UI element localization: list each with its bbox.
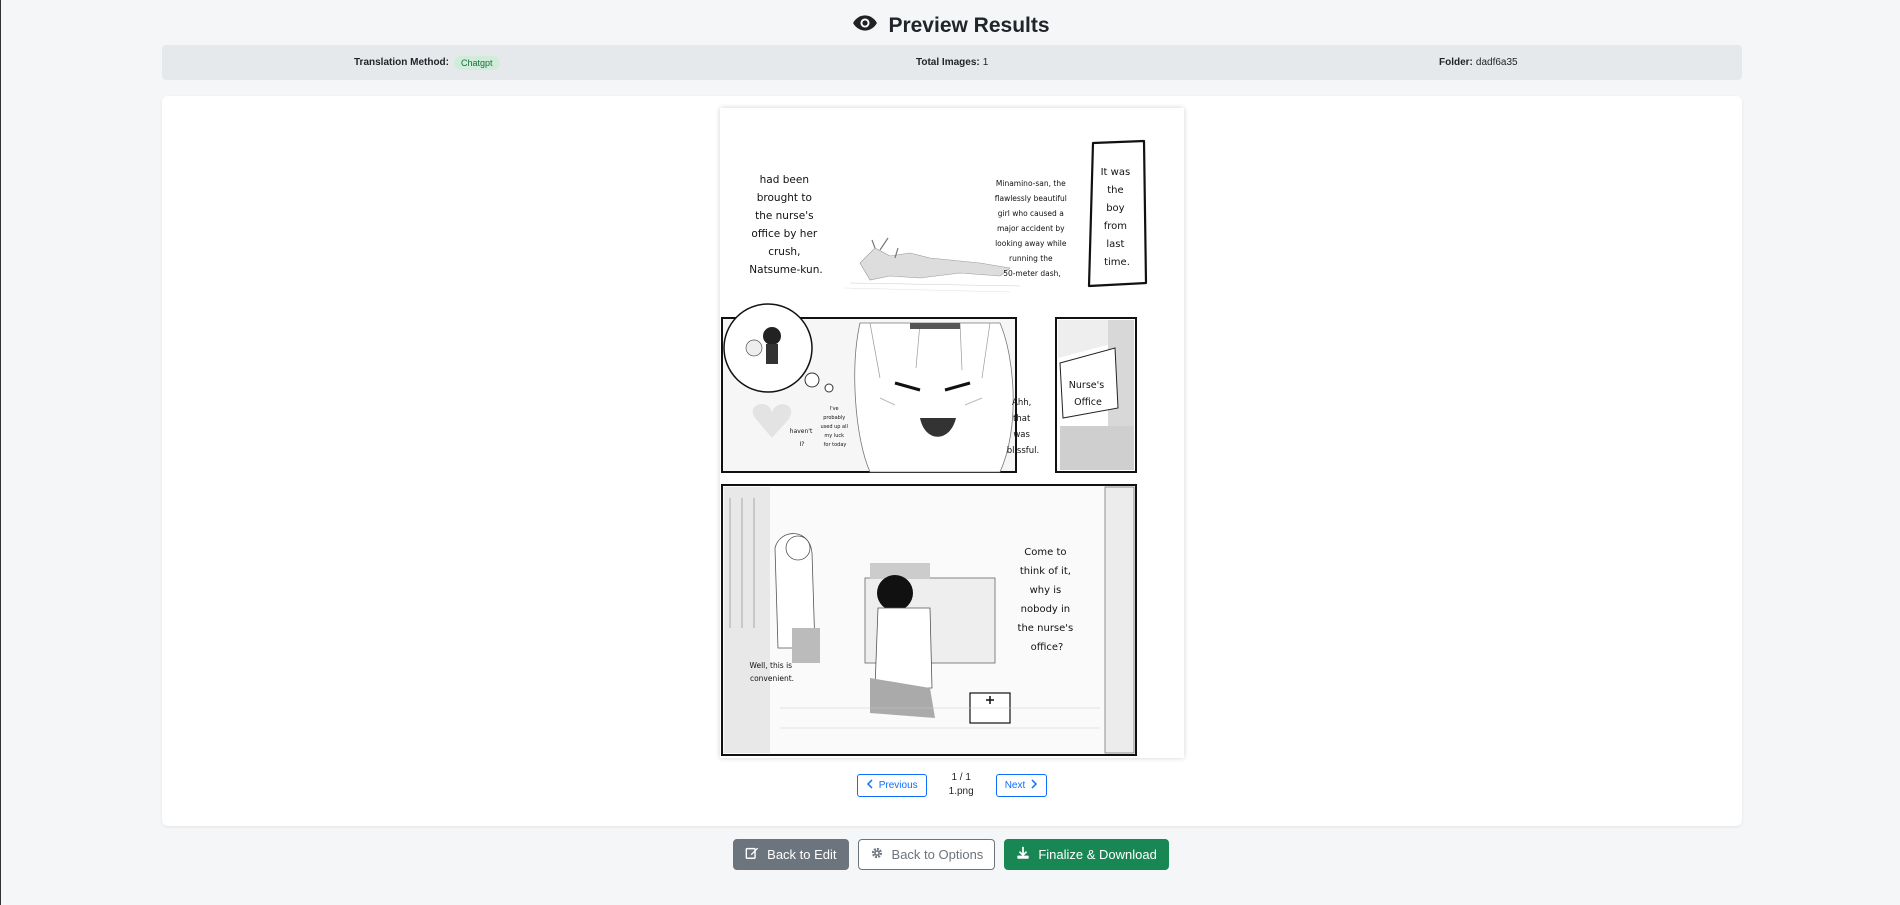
download-icon	[1016, 846, 1030, 863]
total-value: 1	[982, 57, 989, 68]
next-button[interactable]: Next	[995, 773, 1048, 797]
p4-left-line: Well, this is	[750, 661, 793, 670]
page-header: Preview Results	[1, 10, 1900, 42]
p1-mid-line: 50-meter dash,	[1003, 269, 1061, 278]
p2-right-line: that	[1013, 414, 1031, 424]
p2-small-right-line: I've	[830, 406, 839, 412]
back-to-options-label: Back to Options	[891, 847, 984, 862]
manga-page-image: had been brought to the nurse's office b…	[720, 108, 1184, 758]
chevron-left-icon	[866, 778, 874, 792]
p1-box-line: the	[1107, 185, 1123, 196]
p1-mid-line: looking away while	[995, 239, 1067, 248]
p3-sign-line: Nurse's	[1069, 380, 1104, 391]
p1-left-line: had been	[760, 174, 809, 186]
previous-button[interactable]: Previous	[856, 773, 927, 797]
finalize-download-button[interactable]: Finalize & Download	[1004, 839, 1169, 870]
p1-left-line: crush,	[768, 246, 800, 258]
method-badge: Chatgpt	[454, 55, 500, 70]
p1-mid-line: flawlessly beautiful	[995, 194, 1067, 203]
preview-image-frame: had been brought to the nurse's office b…	[720, 108, 1184, 758]
p2-small-left-line: haven't	[790, 428, 813, 435]
p1-left-line: brought to	[757, 192, 812, 204]
p4-right-line: think of it,	[1020, 566, 1071, 577]
p1-box-line: time.	[1104, 257, 1130, 268]
folder-value: dadf6a35	[1475, 57, 1518, 68]
p1-left-line: office by her	[751, 228, 817, 240]
page-filename: 1.png	[948, 786, 974, 797]
p2-right-line: blissful.	[1007, 446, 1039, 456]
p2-small-right-line: probably	[823, 415, 845, 421]
p4-left-line: convenient.	[750, 674, 794, 683]
p4-right-line: Come to	[1024, 547, 1066, 558]
p2-small-right-line: my luck	[824, 433, 844, 439]
p4-right-line: why is	[1030, 585, 1062, 596]
p1-left-line: Natsume-kun.	[749, 264, 822, 276]
p1-mid-line: running the	[1009, 254, 1053, 263]
p1-mid-line: Minamino-san, the	[996, 179, 1066, 188]
folder-info: Folder: dadf6a35	[1439, 45, 1518, 80]
p1-mid-line: major accident by	[997, 224, 1065, 233]
page-indicator: 1 / 1	[951, 772, 971, 783]
p2-right-line: Ahh,	[1012, 398, 1031, 408]
p1-box-line: from	[1104, 221, 1127, 232]
chevron-right-icon	[1030, 778, 1038, 792]
p2-small-left-line: I?	[800, 441, 805, 448]
total-images-info: Total Images: 1	[916, 45, 988, 80]
page-title: Preview Results	[888, 14, 1050, 37]
translation-method-info: Translation Method: Chatgpt	[354, 45, 500, 80]
next-label: Next	[1004, 779, 1026, 791]
info-bar: Translation Method: Chatgpt Total Images…	[162, 45, 1742, 80]
manga-panel-2: haven't I? I've probably used up all my …	[721, 303, 1039, 473]
edit-icon	[745, 846, 759, 863]
p4-right-line: nobody in	[1021, 604, 1070, 615]
pagination: Previous 1 / 1 1.png Next	[162, 771, 1742, 799]
manga-panel-3: Nurse's Office	[1055, 317, 1137, 473]
gear-icon	[870, 846, 884, 863]
manga-panel-4: Come to think of it, why is nobody in th…	[721, 484, 1137, 756]
total-label: Total Images:	[916, 57, 980, 68]
action-bar: Back to Edit Back to Options Finalize & …	[1, 839, 1900, 870]
back-to-edit-button[interactable]: Back to Edit	[733, 839, 849, 870]
p4-right-line: office?	[1031, 642, 1064, 653]
p1-left-line: the nurse's	[755, 210, 813, 222]
p4-right-line: the nurse's	[1018, 623, 1074, 634]
p1-box-line: It was	[1101, 167, 1131, 178]
page-info: 1 / 1 1.png	[949, 771, 974, 799]
eye-icon	[852, 10, 878, 42]
back-to-edit-label: Back to Edit	[767, 847, 837, 862]
p3-sign-line: Office	[1074, 397, 1102, 408]
p1-mid-line: girl who caused a	[998, 209, 1064, 218]
folder-label: Folder:	[1439, 57, 1473, 68]
method-label: Translation Method:	[354, 57, 449, 68]
finalize-download-label: Finalize & Download	[1038, 847, 1157, 862]
back-to-options-button[interactable]: Back to Options	[857, 839, 996, 870]
p2-small-right-line: for today	[824, 442, 847, 448]
p2-right-line: was	[1013, 430, 1030, 440]
p1-box-line: last	[1106, 239, 1124, 250]
preview-card: had been brought to the nurse's office b…	[162, 96, 1742, 826]
previous-label: Previous	[878, 779, 918, 791]
p2-small-right-line: used up all	[821, 424, 848, 430]
p1-box-line: boy	[1106, 203, 1124, 214]
